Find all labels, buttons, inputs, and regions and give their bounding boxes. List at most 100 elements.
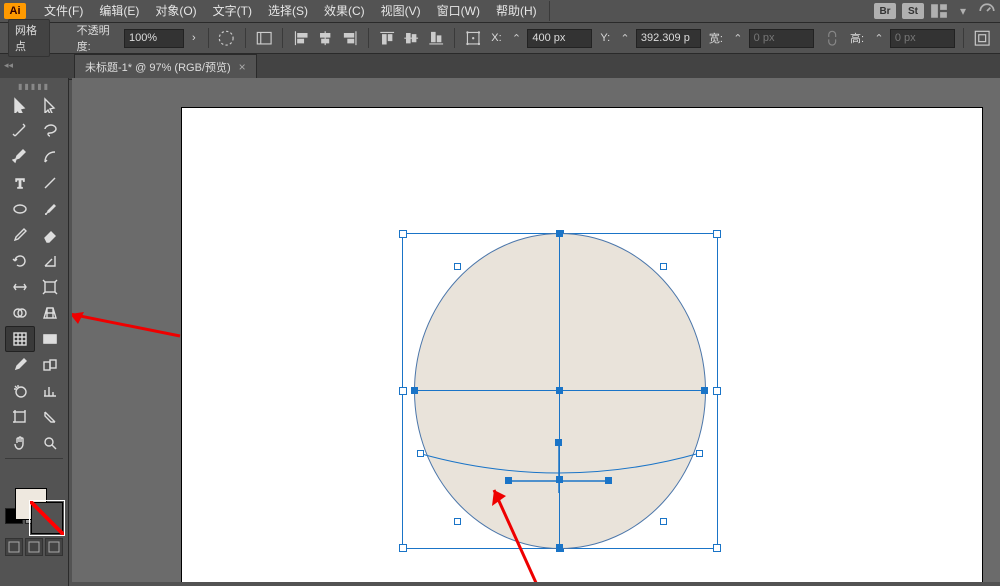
- line-segment-tool[interactable]: [35, 170, 65, 196]
- align-right-button[interactable]: [340, 26, 360, 50]
- rotate-tool[interactable]: [5, 248, 35, 274]
- menu-view[interactable]: 视图(V): [373, 0, 429, 22]
- x-input[interactable]: [527, 29, 592, 48]
- document-tab-close-icon[interactable]: ×: [239, 60, 246, 74]
- collapse-arrows-icon[interactable]: ◂◂: [4, 60, 13, 71]
- shape-builder-tool[interactable]: [5, 300, 35, 326]
- anchor-point[interactable]: [411, 387, 418, 394]
- menu-help[interactable]: 帮助(H): [488, 0, 545, 22]
- x-link-icon[interactable]: ⌃: [510, 26, 524, 50]
- resize-handle-ne[interactable]: [713, 230, 721, 238]
- fill-stroke-control[interactable]: [11, 486, 57, 534]
- eraser-tool[interactable]: [35, 222, 65, 248]
- recolor-artwork-button[interactable]: [216, 26, 236, 50]
- h-label: 高:: [846, 30, 868, 46]
- anchor-point[interactable]: [701, 387, 708, 394]
- mesh-tool[interactable]: [5, 326, 35, 352]
- eyedropper-tool[interactable]: [5, 352, 35, 378]
- isolate-edit-button[interactable]: [972, 26, 992, 50]
- symbol-sprayer-tool[interactable]: [5, 378, 35, 404]
- stroke-swatch[interactable]: [31, 502, 63, 534]
- menu-edit[interactable]: 编辑(E): [91, 0, 147, 22]
- resize-handle-w[interactable]: [399, 387, 407, 395]
- resize-handle-se[interactable]: [713, 544, 721, 552]
- ellipse-tool[interactable]: [5, 196, 35, 222]
- full-screen-mode[interactable]: [45, 538, 63, 556]
- chevron-down-icon[interactable]: ▾: [954, 3, 972, 19]
- anchor-point[interactable]: [454, 518, 461, 525]
- align-top-button[interactable]: [377, 26, 397, 50]
- canvas-stage[interactable]: [72, 78, 1000, 582]
- menu-type[interactable]: 文字(T): [205, 0, 260, 22]
- y-label: Y:: [596, 32, 614, 44]
- resize-handle-e[interactable]: [713, 387, 721, 395]
- scale-tool[interactable]: [35, 248, 65, 274]
- anchor-point[interactable]: [454, 263, 461, 270]
- column-graph-tool[interactable]: [35, 378, 65, 404]
- zoom-tool[interactable]: [35, 430, 65, 456]
- document-tab[interactable]: 未标题-1* @ 97% (RGB/预览) ×: [74, 54, 257, 79]
- anchor-point[interactable]: [660, 263, 667, 270]
- document-tab-title: 未标题-1* @ 97% (RGB/预览): [85, 59, 231, 75]
- magic-wand-tool[interactable]: [5, 118, 35, 144]
- arrange-documents-icon[interactable]: [930, 3, 948, 19]
- anchor-point[interactable]: [660, 518, 667, 525]
- document-tab-strip: 未标题-1* @ 97% (RGB/预览) ×: [0, 54, 1000, 80]
- anchor-point[interactable]: [417, 450, 424, 457]
- opacity-dropdown-icon[interactable]: ›: [188, 32, 200, 44]
- align-panel-button[interactable]: [254, 26, 274, 50]
- opacity-label: 不透明度:: [73, 22, 120, 54]
- stock-button[interactable]: St: [902, 3, 924, 19]
- control-bar: 网格点 不透明度: › X: ⌃ Y: ⌃ 宽: ⌃ 高: ⌃: [0, 23, 1000, 54]
- y-input[interactable]: [636, 29, 701, 48]
- direct-selection-tool[interactable]: [35, 92, 65, 118]
- selection-tool[interactable]: [5, 92, 35, 118]
- lasso-tool[interactable]: [35, 118, 65, 144]
- opacity-input[interactable]: [124, 29, 184, 48]
- resize-handle-sw[interactable]: [399, 544, 407, 552]
- svg-text:T: T: [16, 177, 25, 191]
- transform-anchor-icon[interactable]: [463, 26, 483, 50]
- align-bottom-button[interactable]: [426, 26, 446, 50]
- blend-tool[interactable]: [35, 352, 65, 378]
- anchor-point[interactable]: [556, 387, 563, 394]
- paintbrush-tool[interactable]: [35, 196, 65, 222]
- w-input: [749, 29, 814, 48]
- curvature-tool[interactable]: [35, 144, 65, 170]
- width-tool[interactable]: [5, 274, 35, 300]
- resize-handle-nw[interactable]: [399, 230, 407, 238]
- align-vcenter-button[interactable]: [401, 26, 421, 50]
- tools-panel: ▮▮▮▮▮ T: [0, 78, 69, 586]
- anchor-point[interactable]: [696, 450, 703, 457]
- perspective-grid-tool[interactable]: [35, 300, 65, 326]
- y-link-icon[interactable]: ⌃: [618, 26, 632, 50]
- hand-tool[interactable]: [5, 430, 35, 456]
- menu-window[interactable]: 窗口(W): [429, 0, 488, 22]
- h-link-icon: ⌃: [872, 26, 886, 50]
- normal-screen-mode[interactable]: [5, 538, 23, 556]
- annotation-arrow-mesh: [472, 478, 592, 582]
- gpu-icon[interactable]: [978, 3, 996, 19]
- menu-select[interactable]: 选择(S): [260, 0, 316, 22]
- menu-bar: Ai 文件(F) 编辑(E) 对象(O) 文字(T) 选择(S) 效果(C) 视…: [0, 0, 1000, 23]
- artboard-tool[interactable]: [5, 404, 35, 430]
- constrain-proportions-icon[interactable]: [822, 26, 842, 50]
- selection-type-label: 网格点: [8, 19, 50, 57]
- type-tool[interactable]: T: [5, 170, 35, 196]
- slice-tool[interactable]: [35, 404, 65, 430]
- annotation-arrow-toolbox: [72, 306, 192, 346]
- gradient-tool[interactable]: [35, 326, 65, 352]
- align-left-button[interactable]: [291, 26, 311, 50]
- menu-object[interactable]: 对象(O): [147, 0, 204, 22]
- menu-effect[interactable]: 效果(C): [316, 0, 373, 22]
- anchor-point[interactable]: [556, 230, 563, 237]
- h-input: [890, 29, 955, 48]
- bridge-button[interactable]: Br: [874, 3, 896, 19]
- app-logo: Ai: [4, 3, 26, 19]
- free-transform-tool[interactable]: [35, 274, 65, 300]
- full-screen-menu-mode[interactable]: [25, 538, 43, 556]
- align-hcenter-button[interactable]: [315, 26, 335, 50]
- shaper-tool[interactable]: [5, 222, 35, 248]
- tools-panel-handle[interactable]: ▮▮▮▮▮: [0, 82, 68, 90]
- pen-tool[interactable]: [5, 144, 35, 170]
